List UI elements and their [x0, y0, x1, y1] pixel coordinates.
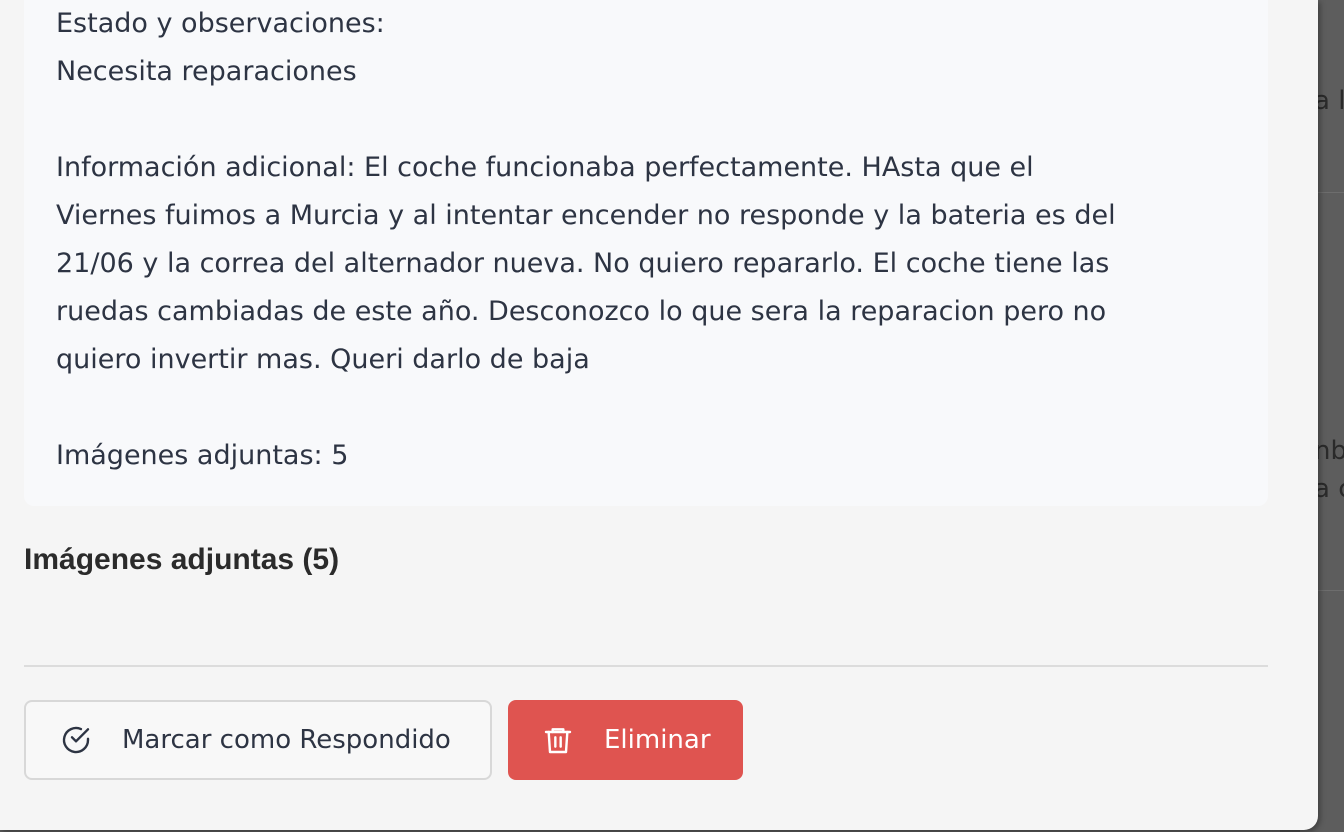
info-line: Viernes fuimos a Murcia y al intentar en…: [56, 200, 1116, 231]
info-line: quiero invertir mas. Queri darlo de baja: [56, 344, 590, 375]
trash-icon: [542, 724, 574, 756]
mark-responded-label: Marcar como Respondido: [122, 725, 451, 755]
info-line: 21/06 y la correa del alternador nueva. …: [56, 248, 1110, 279]
delete-button[interactable]: Eliminar: [508, 700, 743, 780]
info-line: Imágenes adjuntas: 5: [56, 440, 349, 471]
detail-modal: Estado y observaciones: Necesita reparac…: [0, 0, 1318, 830]
info-line: Necesita reparaciones: [56, 56, 357, 87]
divider: [24, 665, 1268, 667]
check-circle-icon: [60, 724, 92, 756]
background-text: a lo: [1314, 86, 1344, 116]
background-text: a c: [1314, 474, 1344, 504]
info-line: ruedas cambiadas de este año. Desconozco…: [56, 296, 1107, 327]
background-text: nb: [1314, 436, 1344, 466]
mark-responded-button[interactable]: Marcar como Respondido: [24, 700, 492, 780]
attachments-title: Imágenes adjuntas (5): [24, 543, 340, 576]
info-line: Información adicional: El coche funciona…: [56, 152, 1034, 183]
info-card: Estado y observaciones: Necesita reparac…: [24, 0, 1268, 506]
delete-label: Eliminar: [604, 725, 711, 755]
info-line: Estado y observaciones:: [56, 8, 385, 39]
